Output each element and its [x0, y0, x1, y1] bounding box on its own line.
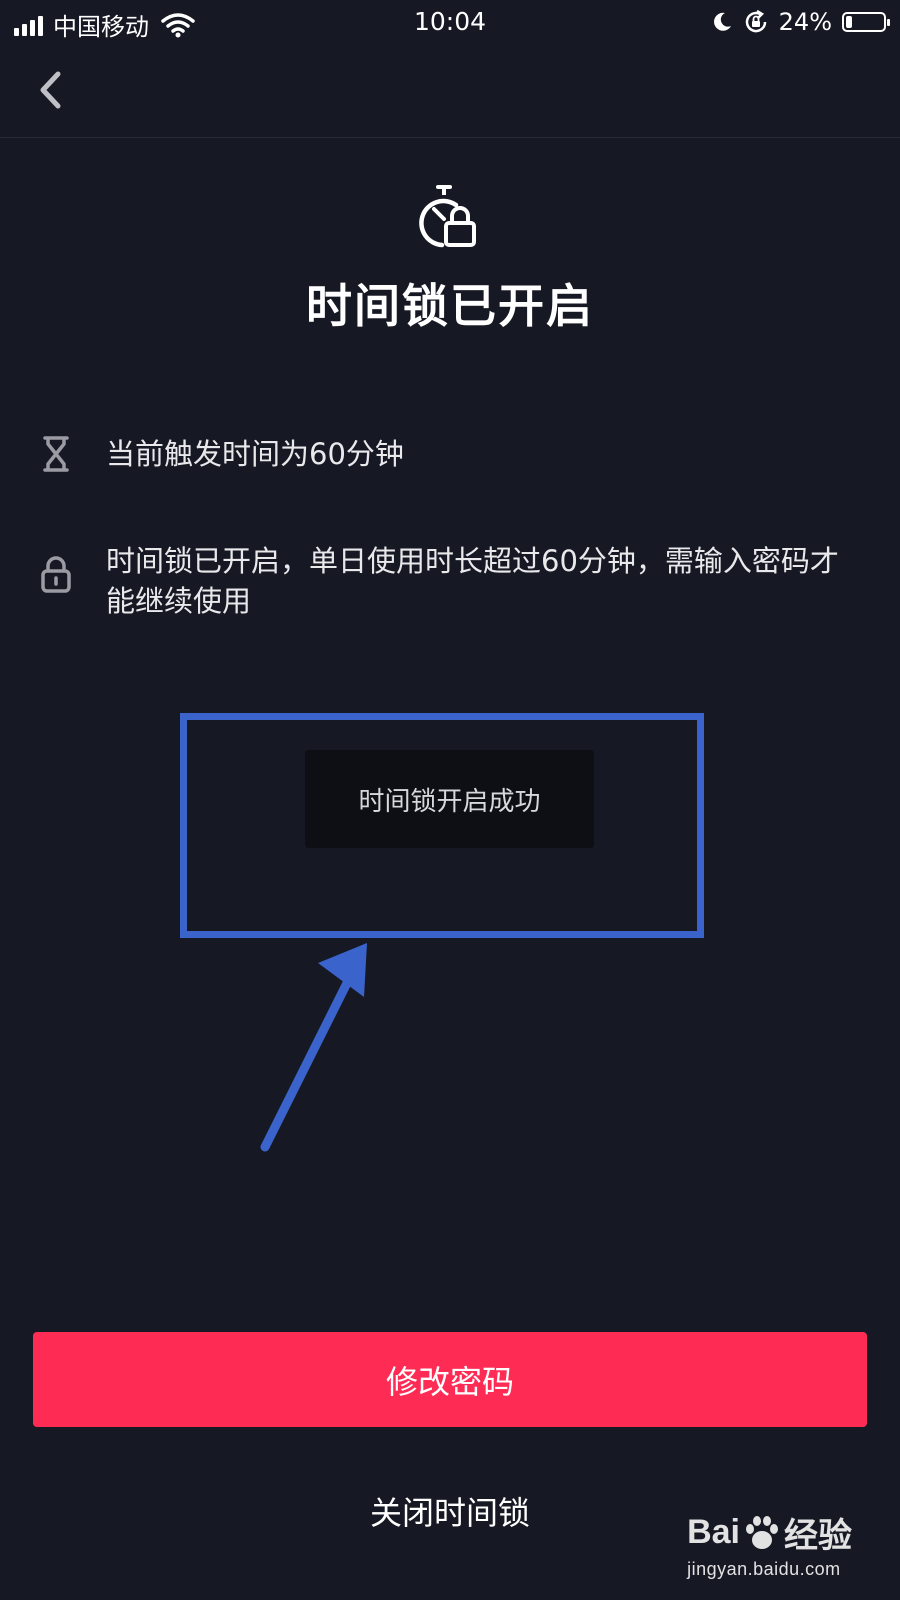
battery-icon — [842, 12, 890, 32]
info-row-lock-description: 时间锁已开启，单日使用时长超过60分钟，需输入密码才能继续使用 — [40, 541, 846, 621]
hourglass-icon — [43, 436, 69, 472]
battery-fill — [846, 16, 852, 28]
watermark-brand: Bai 经验 — [687, 1508, 852, 1557]
watermark-brand-suffix: 经验 — [784, 1517, 852, 1555]
change-password-button[interactable]: 修改密码 — [33, 1332, 867, 1427]
back-button[interactable] — [30, 66, 80, 116]
paw-logo-icon — [746, 1515, 778, 1549]
status-bar: 中国移动 10:04 24% — [0, 0, 900, 46]
page-title: 时间锁已开启 — [306, 279, 594, 333]
rotation-lock-icon — [745, 9, 766, 33]
battery-percent: 24% — [778, 8, 832, 36]
chevron-left-icon — [40, 71, 61, 109]
baidu-jingyan-watermark: Bai 经验 jingyan.baidu.com — [687, 1508, 852, 1580]
annotation-arrow-icon — [260, 943, 367, 1152]
info-row-trigger-time: 当前触发时间为60分钟 — [40, 434, 846, 474]
nav-bar — [0, 46, 900, 138]
status-right: 24% — [711, 8, 890, 36]
lock-icon — [41, 556, 71, 593]
watermark-brand-text: Bai — [687, 1513, 740, 1551]
info-text-lock-description: 时间锁已开启，单日使用时长超过60分钟，需输入密码才能继续使用 — [106, 544, 839, 618]
annotation-highlight-box — [180, 713, 704, 938]
info-text-trigger-time: 当前触发时间为60分钟 — [106, 437, 404, 471]
timer-lock-icon — [419, 185, 476, 248]
watermark-url: jingyan.baidu.com — [687, 1559, 841, 1579]
moon-icon — [713, 12, 731, 31]
